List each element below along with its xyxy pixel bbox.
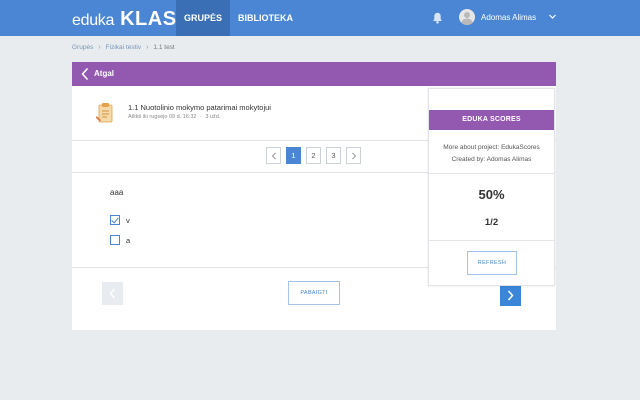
avatar[interactable] — [459, 9, 475, 25]
score-percent: 50% — [478, 187, 505, 202]
top-navbar: eduka KLASĖ GRUPĖS BIBLIOTEKA Adomas Ali… — [0, 0, 640, 36]
test-meta: Atlikti iki rugsėjo 09 d. 16:32 · 3 užd. — [128, 114, 221, 120]
pager-page-3[interactable]: 3 — [326, 147, 341, 164]
answer-checkbox[interactable] — [110, 235, 120, 245]
chevron-right-icon — [507, 290, 514, 301]
pager-next-button[interactable] — [346, 147, 361, 164]
divider — [429, 173, 554, 174]
main-nav: GRUPĖS BIBLIOTEKA — [176, 0, 301, 36]
test-due-date: Atlikti iki rugsėjo 09 d. 16:32 — [128, 114, 197, 120]
breadcrumb-item-groups[interactable]: Grupės — [72, 44, 93, 51]
scores-title: EDUKA SCORES — [429, 110, 554, 130]
nav-tab-library[interactable]: BIBLIOTEKA — [230, 0, 301, 36]
breadcrumb-item-current: 1.1 test — [153, 44, 175, 51]
scores-created-by: Created by: Adomas Alimas — [451, 156, 532, 163]
eduka-logo[interactable]: eduka KLASĖ — [72, 8, 190, 31]
scores-more-about: More about project: EdukaScores — [443, 144, 540, 151]
bell-icon[interactable] — [432, 12, 443, 24]
chevron-left-icon — [271, 152, 276, 160]
pager-page-2[interactable]: 2 — [306, 147, 321, 164]
breadcrumb-separator: › — [98, 44, 101, 51]
nav-tab-groups[interactable]: GRUPĖS — [176, 0, 231, 36]
question-pager: 1 2 3 — [266, 147, 366, 164]
chevron-down-icon[interactable] — [548, 12, 557, 21]
breadcrumb-item-group[interactable]: Fizikai testiv — [106, 44, 141, 51]
chevron-right-icon — [351, 152, 356, 160]
test-task-count: 3 užd. — [205, 114, 221, 120]
answer-label: a — [126, 235, 131, 245]
answer-label: v — [126, 215, 130, 225]
breadcrumb-separator: › — [146, 44, 149, 51]
score-fraction: 1/2 — [484, 217, 499, 228]
previous-question-button[interactable] — [102, 282, 123, 305]
question-text: aaa — [110, 188, 124, 197]
divider — [429, 240, 554, 241]
pager-prev-button[interactable] — [266, 147, 281, 164]
breadcrumb: Grupės › Fizikai testiv › 1.1 test — [72, 44, 175, 51]
pager-page-1[interactable]: 1 — [286, 147, 301, 164]
test-title: 1.1 Nuotolinio mokymo patarimai mokytoju… — [128, 103, 271, 112]
chevron-left-icon — [109, 288, 116, 299]
next-question-button[interactable] — [500, 285, 521, 306]
test-document-icon — [96, 103, 113, 123]
finish-button[interactable]: PABAIGTI — [288, 281, 340, 305]
answer-option[interactable]: a — [110, 235, 130, 245]
answer-checkbox-checked[interactable] — [110, 215, 120, 225]
back-chevron-icon[interactable] — [80, 67, 90, 81]
user-name[interactable]: Adomas Alimas — [481, 13, 536, 22]
logo-text-eduka: eduka — [72, 12, 115, 29]
back-link[interactable]: Atgal — [94, 69, 114, 78]
answer-option[interactable]: v — [110, 215, 130, 225]
card-header: Atgal — [72, 62, 556, 86]
refresh-button[interactable]: REFRESH — [467, 251, 517, 275]
eduka-scores-panel: EDUKA SCORES More about project: EdukaSc… — [428, 88, 555, 286]
